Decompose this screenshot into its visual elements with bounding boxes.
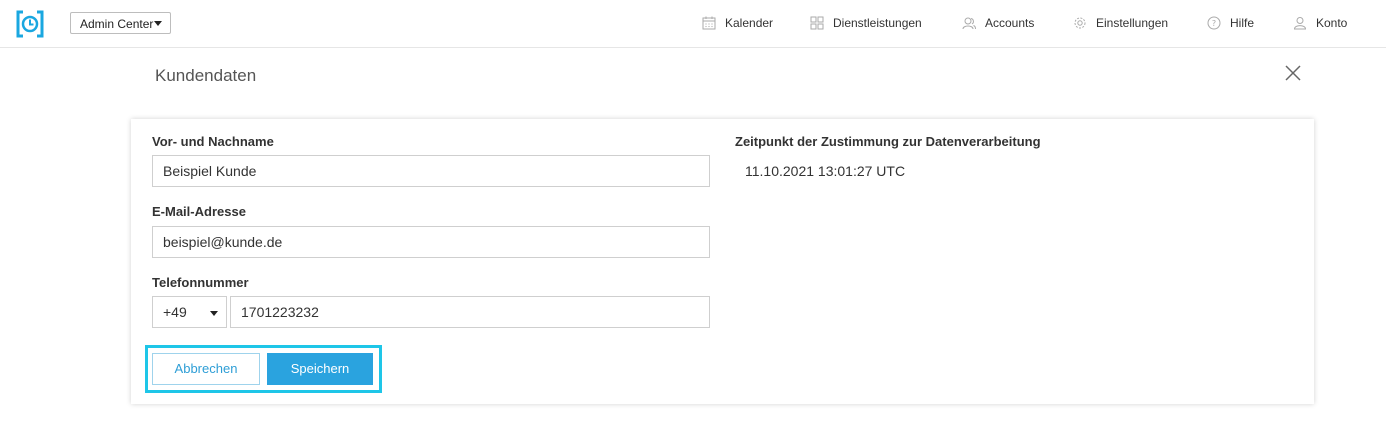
close-icon[interactable] — [1284, 64, 1302, 82]
cancel-button[interactable]: Abbrechen — [152, 353, 260, 385]
app-logo-icon[interactable] — [15, 9, 45, 39]
help-icon: ? — [1207, 16, 1221, 30]
top-bar: Admin Center Kalender Dienstleistungen A… — [0, 0, 1386, 48]
nav-konto-label: Konto — [1316, 16, 1348, 30]
user-icon — [1293, 17, 1307, 30]
nav-dienstleistungen-label: Dienstleistungen — [833, 16, 922, 30]
nav-hilfe-label: Hilfe — [1230, 16, 1255, 30]
country-code-select[interactable]: +49 — [152, 296, 227, 328]
grid-icon — [810, 16, 824, 30]
consent-timestamp: 11.10.2021 13:01:27 UTC — [745, 163, 906, 179]
admin-center-label: Admin Center — [80, 17, 154, 31]
svg-text:?: ? — [1212, 19, 1216, 28]
admin-center-dropdown[interactable]: Admin Center — [70, 12, 171, 34]
chevron-down-icon — [210, 311, 218, 316]
consent-label: Zeitpunkt der Zustimmung zur Datenverarb… — [735, 134, 1041, 149]
gear-icon — [1074, 17, 1086, 29]
nav-accounts-label: Accounts — [985, 16, 1035, 30]
page-title: Kundendaten — [155, 66, 257, 85]
country-code-value: +49 — [163, 304, 187, 320]
email-label: E-Mail-Adresse — [152, 204, 246, 219]
chevron-down-icon — [154, 21, 162, 26]
phone-input[interactable] — [230, 296, 710, 328]
email-input[interactable] — [152, 226, 710, 258]
nav-kalender-label: Kalender — [725, 16, 774, 30]
phone-label: Telefonnummer — [152, 275, 249, 290]
name-label: Vor- und Nachname — [152, 134, 274, 149]
users-icon — [962, 17, 976, 30]
name-input[interactable] — [152, 155, 710, 187]
calendar-icon — [702, 16, 716, 30]
nav-einstellungen-label: Einstellungen — [1096, 16, 1169, 30]
save-button[interactable]: Speichern — [267, 353, 373, 385]
